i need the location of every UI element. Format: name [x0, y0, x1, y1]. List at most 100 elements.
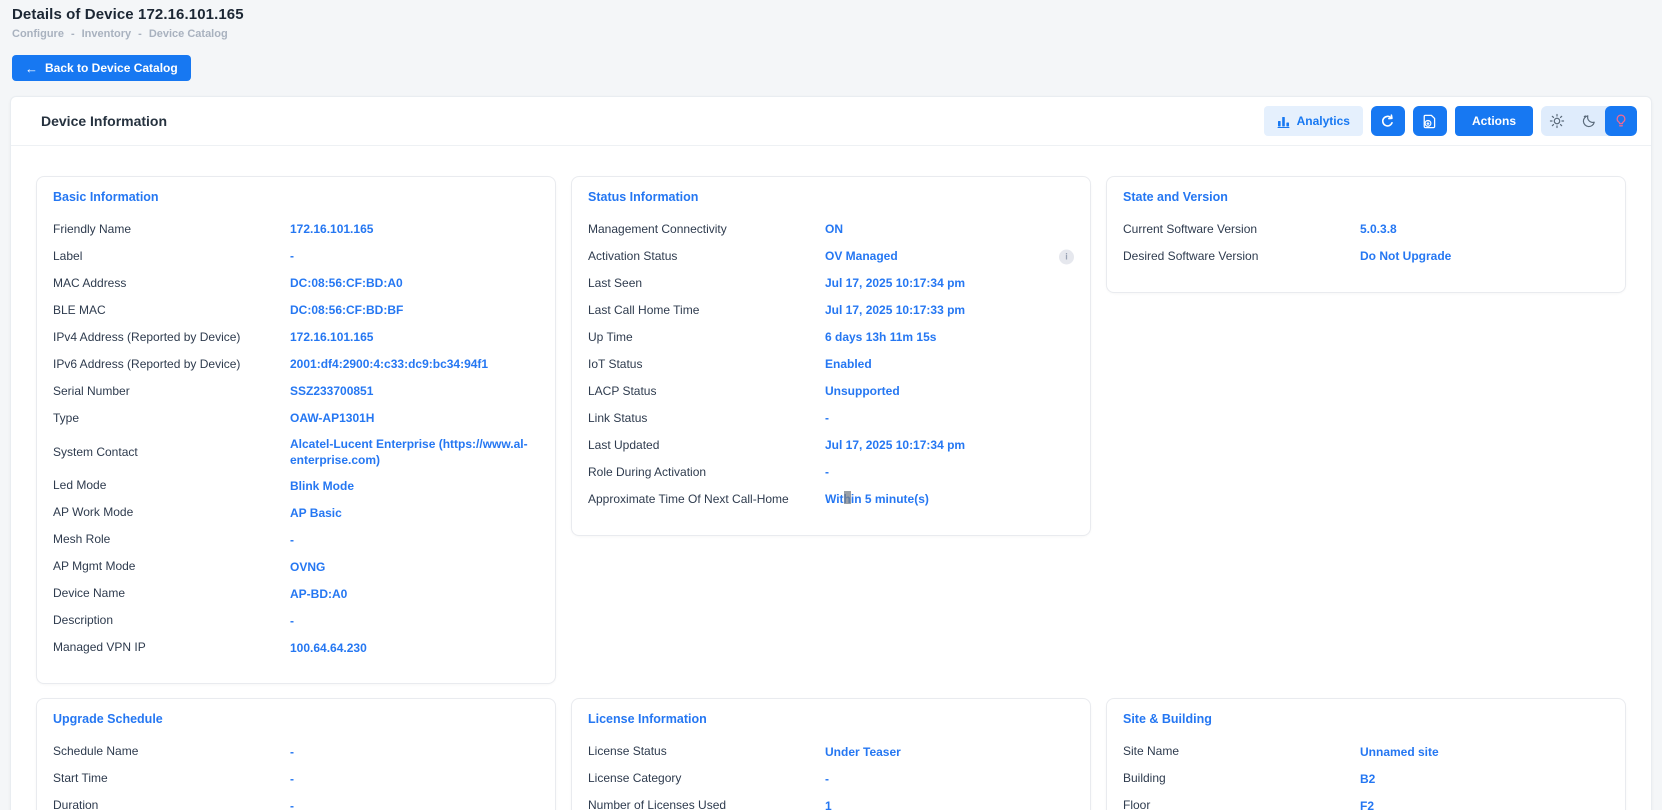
detail-row: Activation Status OV Managed i	[588, 243, 1074, 270]
detail-row: Number of Licenses Used 1	[588, 792, 1074, 810]
detail-value: Under Teaser	[825, 740, 1074, 764]
detail-value: Enabled	[825, 352, 1074, 376]
card-rows: License Status Under Teaser License Cate…	[588, 738, 1074, 810]
detail-label: AP Mgmt Mode	[53, 555, 290, 578]
detail-label: Last Call Home Time	[588, 299, 825, 322]
detail-label: Floor	[1123, 794, 1360, 810]
detail-value: -	[290, 767, 539, 791]
detail-row: Up Time 6 days 13h 11m 15s	[588, 324, 1074, 351]
detail-row: Last Updated Jul 17, 2025 10:17:34 pm	[588, 432, 1074, 459]
detail-value: -	[290, 740, 539, 764]
detail-value: 6 days 13h 11m 15s	[825, 325, 1074, 349]
page-title: Details of Device 172.16.101.165	[12, 6, 1650, 23]
detail-value: 1	[825, 794, 1074, 810]
breadcrumb-item[interactable]: Device Catalog	[149, 28, 228, 40]
detail-label: Device Name	[53, 582, 290, 605]
toolbar: Analytics Actions	[1264, 106, 1637, 136]
detail-value: 2001:df4:2900:4:c33:dc9:bc34:94f1	[290, 352, 539, 376]
bar-chart-icon	[1277, 115, 1290, 128]
breadcrumb-item[interactable]: Configure	[12, 28, 64, 40]
detail-value: -	[825, 767, 1074, 791]
info-card: Status Information Management Connectivi…	[571, 176, 1091, 536]
theme-dark-button[interactable]	[1573, 106, 1605, 136]
text-cursor	[844, 491, 851, 504]
detail-value: Jul 17, 2025 10:17:34 pm	[825, 433, 1074, 457]
detail-row: MAC Address DC:08:56:CF:BD:A0	[53, 270, 539, 297]
detail-row: Site Name Unnamed site	[1123, 738, 1609, 765]
detail-label: Up Time	[588, 326, 825, 349]
detail-label: Managed VPN IP	[53, 636, 290, 659]
detail-label: Serial Number	[53, 380, 290, 403]
detail-value: DC:08:56:CF:BD:BF	[290, 298, 539, 322]
detail-label: Role During Activation	[588, 461, 825, 484]
detail-row: Link Status -	[588, 405, 1074, 432]
card-rows: Friendly Name 172.16.101.165 Label - MAC…	[53, 216, 539, 661]
breadcrumb-separator: -	[71, 28, 75, 40]
info-icon[interactable]: i	[1059, 249, 1074, 264]
refresh-icon	[1379, 113, 1396, 130]
detail-value: -	[290, 609, 539, 633]
detail-row: Mesh Role -	[53, 526, 539, 553]
detail-label: Label	[53, 245, 290, 268]
detail-row: Schedule Name -	[53, 738, 539, 765]
arrow-left-icon: ←	[25, 62, 38, 75]
page-header: Details of Device 172.16.101.165 Configu…	[0, 0, 1662, 40]
theme-toggle	[1541, 106, 1637, 136]
back-to-device-catalog-button[interactable]: ← Back to Device Catalog	[12, 55, 191, 81]
card-title: Basic Information	[53, 190, 539, 204]
breadcrumb-item[interactable]: Inventory	[82, 28, 132, 40]
detail-label: Link Status	[588, 407, 825, 430]
detail-label: Friendly Name	[53, 218, 290, 241]
detail-value: OVNG	[290, 555, 539, 579]
file-download-icon	[1421, 113, 1438, 130]
analytics-button-label: Analytics	[1297, 114, 1350, 128]
info-card: Site & Building Site Name Unnamed site B…	[1106, 698, 1626, 810]
export-button[interactable]	[1413, 106, 1447, 136]
info-card: Upgrade Schedule Schedule Name - Start T…	[36, 698, 556, 810]
detail-value: 172.16.101.165	[290, 325, 539, 349]
detail-label: Start Time	[53, 767, 290, 790]
detail-row: Approximate Time Of Next Call-Home Withi…	[588, 486, 1074, 513]
detail-label: Site Name	[1123, 740, 1360, 763]
detail-label: IPv6 Address (Reported by Device)	[53, 353, 290, 376]
detail-row: Device Name AP-BD:A0	[53, 580, 539, 607]
moon-icon	[1581, 113, 1597, 129]
theme-auto-button[interactable]	[1605, 106, 1637, 136]
detail-row: Building B2	[1123, 765, 1609, 792]
card-rows: Schedule Name - Start Time - Duration - …	[53, 738, 539, 810]
analytics-button[interactable]: Analytics	[1264, 106, 1363, 136]
detail-row: AP Work Mode AP Basic	[53, 499, 539, 526]
detail-label: IoT Status	[588, 353, 825, 376]
detail-label: Led Mode	[53, 474, 290, 497]
detail-label: Last Updated	[588, 434, 825, 457]
detail-label: MAC Address	[53, 272, 290, 295]
detail-label: AP Work Mode	[53, 501, 290, 524]
detail-value: Unsupported	[825, 379, 1074, 403]
lightbulb-icon	[1613, 113, 1629, 129]
info-card: License Information License Status Under…	[571, 698, 1091, 810]
detail-value: OAW-AP1301H	[290, 406, 539, 430]
detail-value: Do Not Upgrade	[1360, 244, 1609, 268]
detail-label: LACP Status	[588, 380, 825, 403]
detail-label: Schedule Name	[53, 740, 290, 763]
cards-grid: Basic Information Friendly Name 172.16.1…	[11, 146, 1651, 810]
detail-row: Last Call Home Time Jul 17, 2025 10:17:3…	[588, 297, 1074, 324]
detail-row: Current Software Version 5.0.3.8	[1123, 216, 1609, 243]
detail-row: Serial Number SSZ233700851	[53, 378, 539, 405]
sun-icon	[1549, 113, 1565, 129]
breadcrumb-separator: -	[138, 28, 142, 40]
card-rows: Management Connectivity ON Activation St…	[588, 216, 1074, 513]
refresh-button[interactable]	[1371, 106, 1405, 136]
panel-title: Device Information	[41, 113, 167, 129]
breadcrumb: Configure-Inventory-Device Catalog	[12, 28, 1650, 40]
detail-label: License Category	[588, 767, 825, 790]
actions-button[interactable]: Actions	[1455, 106, 1533, 136]
detail-value: -	[825, 406, 1074, 430]
card-title: License Information	[588, 712, 1074, 726]
theme-light-button[interactable]	[1541, 106, 1573, 136]
detail-label: Number of Licenses Used	[588, 794, 825, 810]
info-card: Basic Information Friendly Name 172.16.1…	[36, 176, 556, 684]
detail-value: ON	[825, 217, 1074, 241]
detail-value: AP-BD:A0	[290, 582, 539, 606]
detail-value: 100.64.64.230	[290, 636, 539, 660]
